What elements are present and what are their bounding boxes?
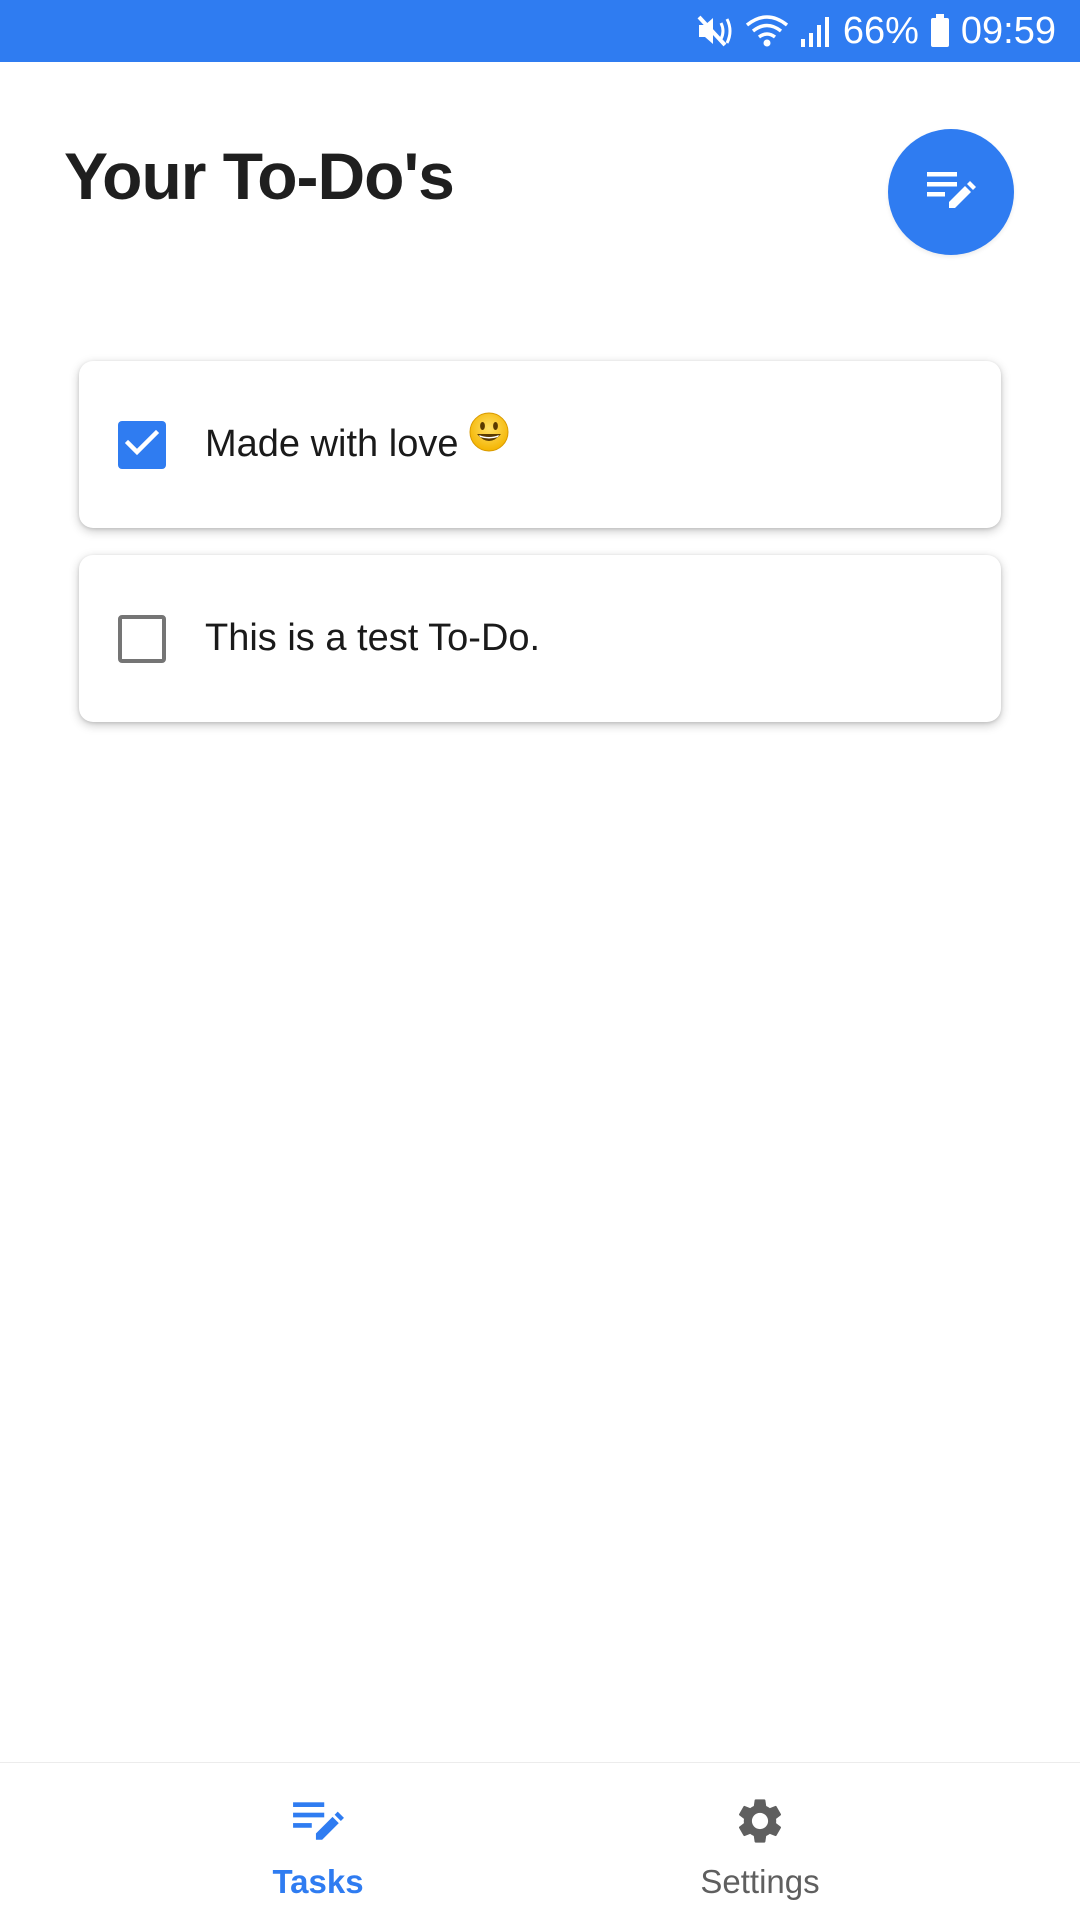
- battery-icon: [929, 13, 951, 49]
- nav-item-tasks[interactable]: Tasks: [0, 1763, 540, 1920]
- add-todo-button[interactable]: [888, 129, 1014, 255]
- nav-item-settings[interactable]: Settings: [540, 1763, 1080, 1920]
- nav-label-tasks: Tasks: [272, 1863, 364, 1900]
- edit-note-icon: [925, 168, 977, 217]
- checkmark-icon: [124, 429, 160, 462]
- todo-checkbox-checked[interactable]: [118, 421, 166, 469]
- battery-percent: 66%: [842, 9, 919, 52]
- todo-list: Made with love This is a test To-Do.: [79, 361, 1001, 749]
- todo-item[interactable]: Made with love: [79, 361, 1001, 528]
- app-screen: 66% 09:59 Your To-Do's Made with love Th…: [0, 0, 1080, 1920]
- todo-text: This is a test To-Do.: [205, 555, 540, 722]
- bottom-navigation: Tasks Settings: [0, 1762, 1080, 1920]
- todo-item[interactable]: This is a test To-Do.: [79, 555, 1001, 722]
- todo-label: Made with love: [205, 423, 459, 465]
- wifi-icon: [745, 13, 789, 49]
- mute-vibrate-icon: [695, 13, 735, 49]
- edit-note-icon: [288, 1791, 348, 1851]
- nav-label-settings: Settings: [700, 1863, 820, 1900]
- page-title: Your To-Do's: [64, 139, 455, 213]
- clock: 09:59: [960, 9, 1056, 52]
- gear-icon: [730, 1791, 790, 1851]
- todo-label: This is a test To-Do.: [205, 617, 541, 659]
- todo-text: Made with love: [205, 361, 510, 528]
- status-bar: 66% 09:59: [0, 0, 1080, 62]
- smiley-icon: [468, 358, 510, 525]
- todo-checkbox-unchecked[interactable]: [118, 615, 166, 663]
- signal-icon: [799, 13, 833, 49]
